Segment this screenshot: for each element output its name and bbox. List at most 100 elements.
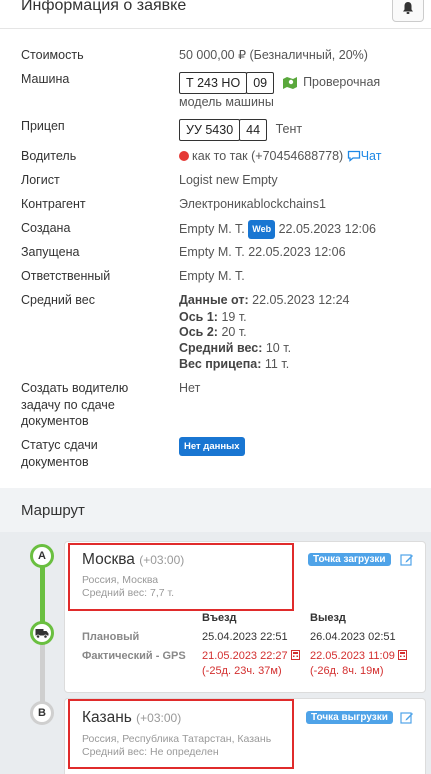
cost-value: 50 000,00 ₽ (Безналичный, 20%)	[179, 48, 368, 62]
exit-header: Выезд	[310, 612, 346, 624]
edit-icon[interactable]	[400, 553, 414, 567]
route-marker-truck	[30, 621, 54, 645]
calculator-icon	[290, 650, 300, 660]
truck-model-line2: модель машины	[179, 95, 274, 109]
bell-icon	[403, 2, 413, 14]
docs-status-badge: Нет данных	[179, 437, 245, 456]
created-at: 22.05.2023 12:06	[278, 222, 376, 236]
trailer-weight-line: Вес прицепа: 11 т.	[179, 356, 289, 373]
point-a-address: Россия, Москва	[82, 574, 159, 586]
docs-label-2: документов	[21, 455, 89, 469]
created-value: Empty M. T. Web 22.05.2023 12:06	[179, 220, 376, 239]
responsible-label: Ответственный	[21, 269, 111, 283]
truck-value: Т 243 НО 09 Проверочная	[179, 71, 380, 94]
point-b-city-name: Казань	[82, 709, 132, 726]
point-b-avg-weight: Средний вес: Не определен	[82, 746, 219, 758]
point-a-city-name: Москва	[82, 551, 135, 568]
trailer-label: Прицеп	[21, 119, 65, 133]
truck-label: Машина	[21, 72, 70, 86]
route-marker-b: B	[30, 701, 54, 725]
planned-entry: 25.04.2023 22:51	[202, 631, 288, 643]
loading-point-tag: Точка загрузки	[308, 553, 391, 566]
logist-value: Logist new Empty	[179, 173, 278, 187]
contractor-label: Контрагент	[21, 197, 86, 211]
driver-status-dot	[179, 151, 189, 161]
trailer-value: УУ 5430 44 Тент	[179, 118, 302, 141]
edit-icon[interactable]	[400, 711, 414, 725]
axle1-key: Ось 1:	[179, 310, 218, 324]
trailer-weight-key: Вес прицепа:	[179, 357, 262, 371]
actual-exit: 22.05.2023 11:09	[310, 650, 407, 662]
panel-title: Информация о заявке	[21, 0, 187, 14]
driver-name: как то так (+70454688778)	[192, 149, 344, 163]
task-label-3: документов	[21, 414, 89, 428]
created-by: Empty M. T.	[179, 222, 245, 236]
title-divider	[0, 28, 431, 29]
trailer-type: Тент	[275, 122, 303, 136]
avg-weight-label: Средний вес	[21, 293, 95, 307]
weight-data-key: Данные от:	[179, 293, 249, 307]
trailer-region: 44	[239, 118, 268, 141]
calculator-icon	[397, 650, 407, 660]
launched-value: Empty M. T. 22.05.2023 12:06	[179, 245, 346, 259]
weight-data-line: Данные от: 22.05.2023 12:24	[179, 292, 349, 309]
actual-entry-time: 21.05.2023 22:27	[202, 650, 288, 662]
truck-region: 09	[246, 71, 275, 94]
chat-icon	[347, 150, 360, 162]
avg-weight-line: Средний вес: 10 т.	[179, 340, 291, 357]
point-b-tz: (+03:00)	[136, 711, 182, 725]
actual-entry: 21.05.2023 22:27	[202, 650, 300, 662]
route-marker-a: A	[30, 544, 54, 568]
point-a-avg-weight: Средний вес: 7,7 т.	[82, 587, 175, 599]
task-label-1: Создать водителю	[21, 381, 129, 395]
route-point-b-card: Казань (+03:00) Россия, Республика Татар…	[64, 698, 426, 774]
created-label: Создана	[21, 221, 71, 235]
planned-exit: 26.04.2023 02:51	[310, 631, 396, 643]
notification-button[interactable]	[392, 0, 424, 22]
weight-data-val: 22.05.2023 12:24	[252, 293, 350, 307]
avg-weight-key: Средний вес:	[179, 341, 263, 355]
unloading-point-tag: Точка выгрузки	[306, 711, 393, 724]
launched-label: Запущена	[21, 245, 80, 259]
timeline-line-pending	[40, 644, 45, 706]
trailer-plate: УУ 5430	[179, 118, 241, 141]
point-b-city: Казань (+03:00)	[82, 709, 181, 727]
truck-plate: Т 243 НО	[179, 71, 248, 94]
marker-a-letter: A	[38, 550, 46, 562]
actual-exit-time: 22.05.2023 11:09	[310, 650, 395, 662]
driver-value: как то так (+70454688778) Чат	[179, 148, 381, 165]
planned-label: Плановый	[82, 631, 140, 643]
truck-model: Проверочная	[303, 75, 381, 89]
marker-b-letter: B	[38, 707, 46, 719]
docs-label-1: Статус сдачи	[21, 438, 98, 452]
chat-label: Чат	[360, 149, 382, 163]
logist-label: Логист	[21, 173, 60, 187]
point-a-city: Москва (+03:00)	[82, 551, 184, 569]
cost-label: Стоимость	[21, 48, 84, 62]
actual-gps-label: Фактический - GPS	[82, 650, 186, 662]
point-b-address: Россия, Республика Татарстан, Казань	[82, 733, 272, 745]
route-title: Маршрут	[21, 502, 85, 519]
web-badge: Web	[248, 220, 276, 239]
map-icon[interactable]	[282, 76, 298, 90]
responsible-value: Empty M. T.	[179, 269, 245, 283]
actual-entry-diff: (-25д. 23ч. 37м)	[202, 665, 282, 677]
docs-status: Нет данных	[179, 437, 245, 456]
point-a-tz: (+03:00)	[139, 553, 185, 567]
entry-header: Въезд	[202, 612, 237, 624]
order-info-panel: Информация о заявке Стоимость 50 000,00 …	[0, 0, 431, 488]
truck-icon	[35, 628, 49, 638]
axle2-line: Ось 2: 20 т.	[179, 324, 247, 341]
avg-weight-val: 10 т.	[265, 341, 292, 355]
route-timeline: A B	[0, 532, 64, 774]
task-value: Нет	[179, 381, 201, 395]
actual-exit-diff: (-26д. 8ч. 19м)	[310, 665, 384, 677]
driver-label: Водитель	[21, 149, 77, 163]
axle2-key: Ось 2:	[179, 325, 218, 339]
route-point-a-card: Москва (+03:00) Россия, Москва Средний в…	[64, 541, 426, 693]
task-label-2: задачу по сдаче	[21, 398, 115, 412]
trailer-weight-val: 11 т.	[264, 357, 290, 371]
axle2-val: 20 т.	[221, 325, 247, 339]
driver-chat-link[interactable]: Чат	[347, 149, 382, 163]
contractor-value: Электроникаblockchains1	[179, 197, 326, 211]
